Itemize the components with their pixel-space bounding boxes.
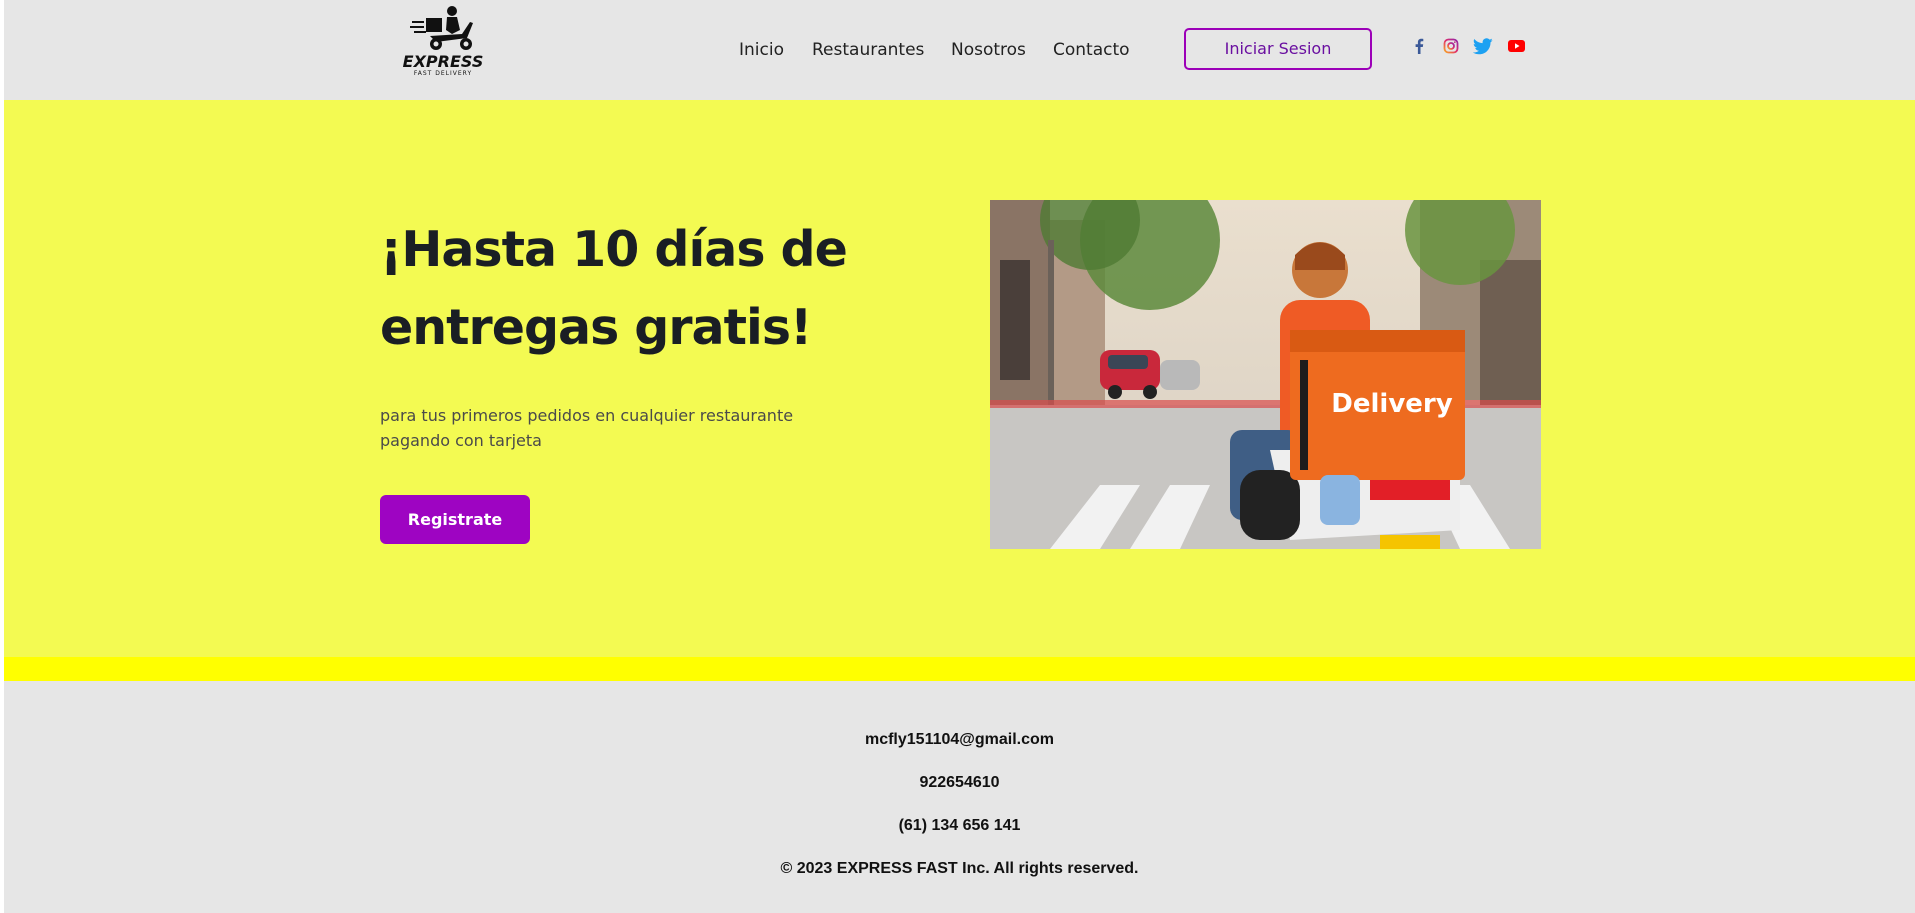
nav-restaurantes[interactable]: Restaurantes <box>812 38 924 62</box>
delivery-photo: Delivery <box>990 200 1541 549</box>
logo-tagline: FAST DELIVERY <box>413 70 473 77</box>
register-button[interactable]: Registrate <box>380 495 530 544</box>
site-footer: mcfly151104@gmail.com 922654610 (61) 134… <box>4 681 1915 913</box>
footer-phone-1: 922654610 <box>919 774 1000 791</box>
login-button[interactable]: Iniciar Sesion <box>1184 28 1372 70</box>
hero-title: ¡Hasta 10 días de entregas gratis! <box>380 221 848 356</box>
youtube-icon[interactable] <box>1506 36 1526 56</box>
instagram-icon[interactable] <box>1441 36 1461 56</box>
page: EXPRESS FAST DELIVERY Inicio Restaurante… <box>4 0 1915 913</box>
hero-subtitle: para tus primeros pedidos en cualquier r… <box>380 406 794 450</box>
site-header: EXPRESS FAST DELIVERY Inicio Restaurante… <box>4 0 1915 100</box>
hero-section: ¡Hasta 10 días de entregas gratis! para … <box>4 100 1915 657</box>
delivery-box-label: Delivery <box>1331 389 1452 419</box>
footer-email[interactable]: mcfly151104@gmail.com <box>4 731 1915 749</box>
footer-copyright: © 2023 EXPRESS FAST Inc. All rights rese… <box>780 860 1139 877</box>
nav-nosotros[interactable]: Nosotros <box>951 38 1026 62</box>
footer-phone-2: (61) 134 656 141 <box>898 817 1021 834</box>
hero-bottom-band <box>4 657 1915 681</box>
twitter-icon[interactable] <box>1473 36 1493 56</box>
nav-inicio[interactable]: Inicio <box>739 38 784 62</box>
scooter-rider-icon <box>410 6 473 50</box>
facebook-icon[interactable] <box>1409 36 1429 56</box>
logo-wordmark: EXPRESS <box>402 52 484 71</box>
express-logo[interactable]: EXPRESS FAST DELIVERY <box>400 4 490 77</box>
nav-contacto[interactable]: Contacto <box>1053 38 1130 62</box>
